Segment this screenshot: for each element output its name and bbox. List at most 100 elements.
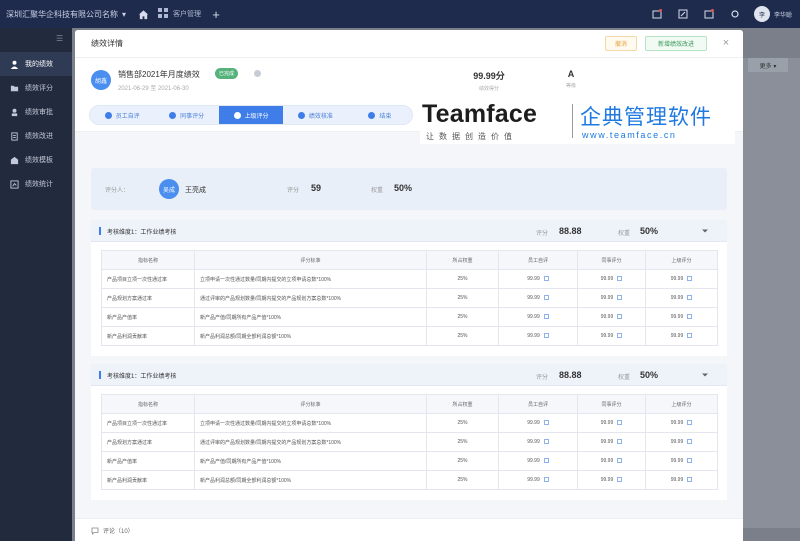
close-icon[interactable]: × <box>720 37 732 49</box>
edit-icon[interactable] <box>543 439 549 445</box>
peer-score: 99.99 <box>600 420 614 426</box>
self-score-cell[interactable]: 99.99 <box>498 288 578 308</box>
sidebar-item-scoring[interactable]: 绩效评分 <box>0 76 72 100</box>
kpi-criteria: 通过评审的产品规划数量/同期内提交的产品规划方案总数*100% <box>194 288 427 308</box>
manager-score-cell[interactable]: 99.99 <box>645 307 718 327</box>
comments-toggle[interactable]: 评论（10） <box>91 526 134 535</box>
manager-score-cell[interactable]: 99.99 <box>645 413 718 433</box>
manager-score-cell[interactable]: 99.99 <box>645 470 718 490</box>
edit-icon[interactable] <box>617 458 623 464</box>
self-score-cell[interactable]: 99.99 <box>498 307 578 327</box>
self-score-cell[interactable]: 99.99 <box>498 451 578 471</box>
edit-icon[interactable] <box>687 477 693 483</box>
edit-icon[interactable] <box>687 420 693 426</box>
edit-icon[interactable] <box>687 276 693 282</box>
dimension-header[interactable]: 考核维度1：工作业绩考核 评分 88.88 权重 50% <box>91 220 727 242</box>
sidebar-item-my-performance[interactable]: 我的绩效 <box>0 52 72 76</box>
revoke-button[interactable]: 撤消 <box>605 36 637 51</box>
edit-icon[interactable] <box>617 333 623 339</box>
add-icon[interactable]: + <box>209 7 223 22</box>
sidebar-item-improvement[interactable]: 绩效改进 <box>0 124 72 148</box>
peer-score-cell[interactable]: 99.99 <box>577 451 646 471</box>
peer-score: 99.99 <box>600 458 614 464</box>
self-score-cell[interactable]: 99.99 <box>498 326 578 346</box>
edit-icon[interactable] <box>543 333 549 339</box>
edit-icon[interactable] <box>687 458 693 464</box>
manager-score-cell[interactable]: 99.99 <box>645 432 718 452</box>
sidebar-item-statistics[interactable]: 绩效统计 <box>0 172 72 196</box>
user-icon <box>10 60 19 69</box>
edit-icon[interactable] <box>687 333 693 339</box>
step-approval[interactable]: 绩效核准 <box>283 106 347 124</box>
step-manager-review[interactable]: 上级评分 <box>218 106 284 124</box>
settings-icon[interactable] <box>728 7 742 21</box>
edit-icon[interactable] <box>543 477 549 483</box>
add-improvement-button[interactable]: 新增绩效改进 <box>645 36 707 51</box>
sidebar-item-approval[interactable]: 绩效审批 <box>0 100 72 124</box>
edit-icon[interactable] <box>543 314 549 320</box>
edit-icon[interactable] <box>617 276 623 282</box>
self-score-cell[interactable]: 99.99 <box>498 470 578 490</box>
peer-score-cell[interactable]: 99.99 <box>577 470 646 490</box>
brand-name-en: Teamface <box>422 100 538 128</box>
sidebar-item-label: 绩效统计 <box>25 181 53 188</box>
manager-score-cell[interactable]: 99.99 <box>645 451 718 471</box>
peer-score-cell[interactable]: 99.99 <box>577 269 646 289</box>
self-score-cell[interactable]: 99.99 <box>498 413 578 433</box>
edit-icon[interactable] <box>687 295 693 301</box>
edit-icon[interactable] <box>687 439 693 445</box>
kpi-name: 产品规划方案通过率 <box>101 288 195 308</box>
dimension-weight-label: 权重 <box>618 375 631 381</box>
manager-score-cell[interactable]: 99.99 <box>645 326 718 346</box>
step-label: 同事评分 <box>180 113 205 120</box>
self-score-cell[interactable]: 99.99 <box>498 269 578 289</box>
more-button[interactable]: 更多 ▾ <box>748 58 788 72</box>
home-icon[interactable] <box>136 7 150 21</box>
step-peer-review[interactable]: 同事评分 <box>154 106 218 124</box>
manager-score-cell[interactable]: 99.99 <box>645 269 718 289</box>
peer-score-cell[interactable]: 99.99 <box>577 326 646 346</box>
comments-bar: 评论（10） <box>75 518 743 541</box>
peer-score-cell[interactable]: 99.99 <box>577 288 646 308</box>
column-header: 所占权重 <box>426 394 499 414</box>
collapse-icon[interactable]: ☰ <box>56 34 66 44</box>
edit-icon[interactable] <box>543 295 549 301</box>
score-label: 评分 <box>287 188 300 194</box>
sidebar-item-template[interactable]: 绩效模板 <box>0 148 72 172</box>
edit-icon[interactable] <box>687 314 693 320</box>
step-label: 上级评分 <box>244 113 269 120</box>
table-row: 新产品利润贡献率 新产品利润总额/同期全部利润总额*100% 25% 99.99… <box>101 470 718 490</box>
notification-icon[interactable] <box>650 7 664 21</box>
manager-score-cell[interactable]: 99.99 <box>645 288 718 308</box>
peer-score-cell[interactable]: 99.99 <box>577 413 646 433</box>
kpi-name: 新产品利润贡献率 <box>101 470 195 490</box>
app-tab[interactable]: 客户管理 <box>158 8 201 20</box>
edit-icon[interactable] <box>543 276 549 282</box>
folder-icon <box>10 85 19 91</box>
step-self-review[interactable]: 员工自评 <box>90 106 154 124</box>
self-score-cell[interactable]: 99.99 <box>498 432 578 452</box>
edit-icon[interactable] <box>676 7 690 21</box>
info-icon[interactable] <box>254 70 261 77</box>
column-header: 指标名称 <box>101 250 195 270</box>
edit-icon[interactable] <box>543 420 549 426</box>
peer-score-cell[interactable]: 99.99 <box>577 307 646 327</box>
edit-icon[interactable] <box>617 420 623 426</box>
company-switcher[interactable]: 深圳汇聚华企科技有限公司名称 ▾ <box>6 9 126 20</box>
chart-icon <box>10 179 19 189</box>
edit-icon[interactable] <box>617 439 623 445</box>
edit-icon[interactable] <box>617 314 623 320</box>
chevron-down-icon[interactable] <box>701 227 709 235</box>
chevron-down-icon[interactable] <box>701 371 709 379</box>
step-end[interactable]: 结束 <box>348 106 412 124</box>
message-icon[interactable] <box>702 7 716 21</box>
total-score: 99.99分 绩效得分 <box>469 69 509 92</box>
dimension-header[interactable]: 考核维度1：工作业绩考核 评分 88.88 权重 50% <box>91 364 727 386</box>
peer-score-cell[interactable]: 99.99 <box>577 432 646 452</box>
user-menu[interactable]: 李 李华聪 <box>753 6 792 22</box>
kpi-weight: 25% <box>426 470 499 490</box>
edit-icon[interactable] <box>617 477 623 483</box>
edit-icon[interactable] <box>617 295 623 301</box>
edit-icon[interactable] <box>543 458 549 464</box>
step-dot-icon <box>169 111 177 119</box>
